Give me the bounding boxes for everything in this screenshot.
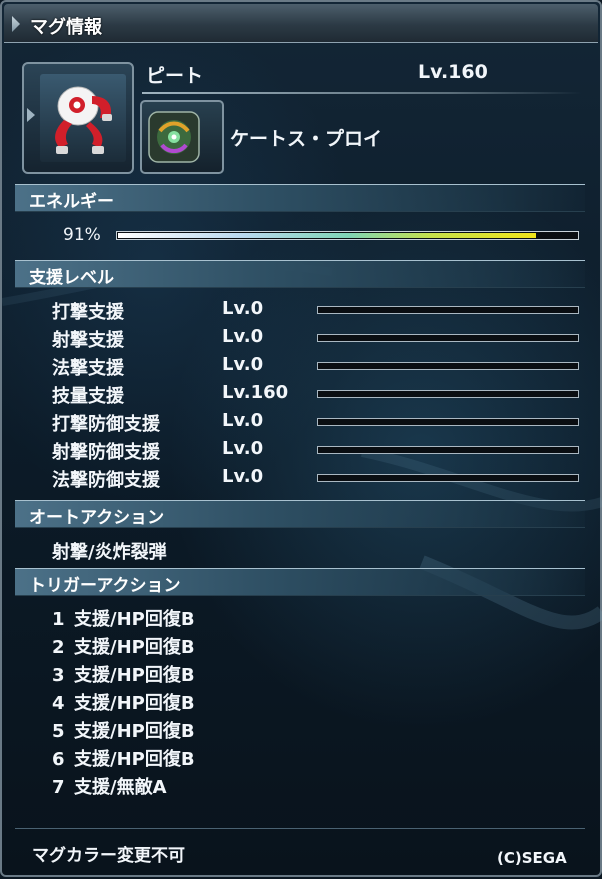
support-row: 射撃支援 Lv.0 — [0, 324, 602, 352]
trigger-text: 支援/HP回復B — [74, 637, 195, 658]
mag-level: Lv.160 — [418, 61, 488, 83]
support-label: 技量支援 — [52, 386, 124, 407]
energy-heading: エネルギー — [29, 192, 114, 212]
trigger-action-section-header: トリガーアクション — [15, 568, 585, 596]
photon-blast-icon — [148, 111, 200, 163]
support-section-header: 支援レベル — [15, 260, 585, 288]
support-row: 法撃支援 Lv.0 — [0, 352, 602, 380]
trigger-item: 4 支援/HP回復B — [52, 689, 195, 715]
trigger-item: 6 支援/HP回復B — [52, 745, 195, 771]
auto-action-heading: オートアクション — [29, 508, 165, 528]
support-level: Lv.0 — [222, 326, 264, 347]
support-bar — [317, 362, 579, 370]
trigger-item: 2 支援/HP回復B — [52, 633, 195, 659]
trigger-number: 6 — [52, 749, 65, 770]
portrait-arrow-icon — [27, 108, 35, 122]
support-level: Lv.160 — [222, 382, 289, 403]
trigger-item: 1 支援/HP回復B — [52, 605, 195, 631]
energy-percent: 91% — [63, 225, 101, 245]
trigger-action-heading: トリガーアクション — [29, 576, 181, 596]
support-bar — [317, 474, 579, 482]
support-bar — [317, 390, 579, 398]
trigger-number: 5 — [52, 721, 65, 742]
support-heading: 支援レベル — [29, 268, 114, 288]
support-row: 法撃防御支援 Lv.0 — [0, 464, 602, 492]
photon-blast-frame — [140, 100, 224, 174]
energy-section-header: エネルギー — [15, 184, 585, 212]
red-white-mag-icon — [55, 86, 112, 154]
trigger-number: 3 — [52, 665, 65, 686]
mag-name: ピート — [146, 65, 204, 87]
title-marker-icon — [12, 16, 20, 32]
trigger-text: 支援/HP回復B — [74, 609, 195, 630]
footer-divider — [15, 828, 585, 829]
color-change-note: マグカラー変更不可 — [32, 846, 185, 866]
trigger-number: 2 — [52, 637, 65, 658]
window-title: マグ情報 — [30, 17, 102, 38]
support-bar — [317, 306, 579, 314]
trigger-item: 3 支援/HP回復B — [52, 661, 195, 687]
support-level: Lv.0 — [222, 298, 264, 319]
support-label: 法撃支援 — [52, 358, 124, 379]
mag-portrait — [40, 74, 126, 162]
support-level: Lv.0 — [222, 438, 264, 459]
support-label: 法撃防御支援 — [52, 470, 160, 491]
trigger-text: 支援/HP回復B — [74, 693, 195, 714]
trigger-item: 7 支援/無敵A — [52, 773, 167, 799]
support-level: Lv.0 — [222, 354, 264, 375]
trigger-text: 支援/HP回復B — [74, 665, 195, 686]
trigger-text: 支援/無敵A — [74, 777, 167, 798]
trigger-number: 7 — [52, 777, 65, 798]
trigger-text: 支援/HP回復B — [74, 749, 195, 770]
support-level: Lv.0 — [222, 466, 264, 487]
photon-blast-name: ケートス・プロイ — [230, 128, 383, 150]
support-label: 射撃支援 — [52, 330, 124, 351]
window-titlebar: マグ情報 — [4, 4, 598, 43]
copyright-text: (C)SEGA — [497, 849, 567, 867]
trigger-number: 1 — [52, 609, 65, 630]
support-level: Lv.0 — [222, 410, 264, 431]
support-row: 打撃防御支援 Lv.0 — [0, 408, 602, 436]
auto-action-section-header: オートアクション — [15, 500, 585, 528]
mag-portrait-frame — [22, 62, 134, 174]
support-label: 打撃防御支援 — [52, 414, 160, 435]
name-divider — [142, 92, 582, 94]
support-label: 射撃防御支援 — [52, 442, 160, 463]
trigger-text: 支援/HP回復B — [74, 721, 195, 742]
energy-bar — [116, 231, 579, 240]
support-bar — [317, 418, 579, 426]
support-row: 技量支援 Lv.160 — [0, 380, 602, 408]
auto-action-value: 射撃/炎炸裂弾 — [52, 542, 167, 563]
support-row: 打撃支援 Lv.0 — [0, 296, 602, 324]
energy-bar-fill — [118, 233, 536, 238]
trigger-number: 4 — [52, 693, 65, 714]
support-bar — [317, 446, 579, 454]
support-row: 射撃防御支援 Lv.0 — [0, 436, 602, 464]
support-bar — [317, 334, 579, 342]
trigger-item: 5 支援/HP回復B — [52, 717, 195, 743]
support-label: 打撃支援 — [52, 302, 124, 323]
